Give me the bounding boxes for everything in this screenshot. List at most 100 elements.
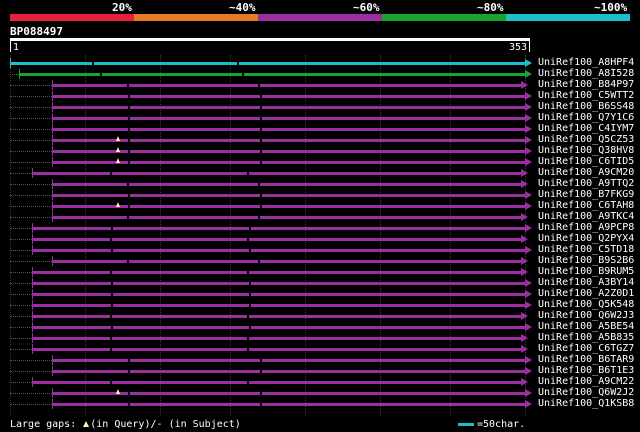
alignment-bar[interactable] <box>52 359 525 362</box>
hit-name[interactable]: UniRef100_B6SS48 <box>538 101 634 112</box>
hsp-boundary <box>260 370 263 373</box>
hit-name[interactable]: UniRef100_A8I528 <box>538 68 634 79</box>
legend-label-20: 20% <box>112 1 132 14</box>
hit-name[interactable]: UniRef100_Q5CZ53 <box>538 134 634 145</box>
hsp-boundary <box>110 227 113 230</box>
unaligned-region <box>10 228 32 230</box>
hit-name[interactable]: UniRef100_B84P97 <box>538 79 634 90</box>
hit-name[interactable]: UniRef100_A2Z0D1 <box>538 288 634 299</box>
hit-name[interactable]: UniRef100_C5WTT2 <box>538 90 634 101</box>
hsp-boundary <box>260 403 263 406</box>
alignment-bar[interactable] <box>52 128 525 131</box>
alignment-bar[interactable] <box>52 106 525 109</box>
alignment-bar[interactable] <box>52 161 525 164</box>
hsp-boundary <box>246 238 249 241</box>
hit-name[interactable]: UniRef100_A9TTQ2 <box>538 178 634 189</box>
arrow-right-icon <box>525 400 532 408</box>
hsp-boundary <box>128 139 131 142</box>
unaligned-region <box>10 283 32 285</box>
hit-name[interactable]: UniRef100_Q2PYX4 <box>538 233 634 244</box>
alignment-bar[interactable] <box>52 403 525 406</box>
hit-name[interactable]: UniRef100_B9RUM5 <box>538 266 634 277</box>
arrow-right-icon <box>525 224 532 232</box>
hit-name[interactable]: UniRef100_A9CM20 <box>538 167 634 178</box>
hit-name[interactable]: UniRef100_B9S2B6 <box>538 255 634 266</box>
alignment-bar[interactable] <box>52 205 525 208</box>
hit-name[interactable]: UniRef100_Q38HV8 <box>538 145 634 156</box>
hit-name[interactable]: UniRef100_B7FKG9 <box>538 189 634 200</box>
alignment-bar[interactable] <box>52 260 521 263</box>
alignment-bar[interactable] <box>52 150 525 153</box>
alignment-bar[interactable] <box>52 370 525 373</box>
hsp-boundary <box>128 150 131 153</box>
hsp-boundary <box>128 370 131 373</box>
hsp-boundary <box>260 359 263 362</box>
alignment-bar[interactable] <box>31 249 525 252</box>
hit-name[interactable]: UniRef100_Q5K548 <box>538 299 634 310</box>
hsp-boundary <box>260 392 263 395</box>
hit-name[interactable]: UniRef100_Q1KSB8 <box>538 398 634 409</box>
alignment-bar[interactable] <box>52 194 525 197</box>
alignment-bar[interactable] <box>31 337 521 340</box>
hit-name[interactable]: UniRef100_C6TGZ7 <box>538 343 634 354</box>
hsp-boundary <box>260 106 263 109</box>
hsp-boundary <box>110 249 113 252</box>
unaligned-region <box>10 151 53 153</box>
alignment-bar[interactable] <box>31 293 525 296</box>
hit-name[interactable]: UniRef100_A8HPF4 <box>538 57 634 68</box>
hsp-boundary <box>248 293 251 296</box>
alignment-bar[interactable] <box>31 381 521 384</box>
alignment-bar[interactable] <box>52 95 525 98</box>
hsp-boundary <box>260 194 263 197</box>
hsp-boundary <box>110 337 113 340</box>
alignment-bar[interactable] <box>31 271 521 274</box>
query-id: BP088497 <box>10 25 63 38</box>
alignment-bar[interactable] <box>52 139 525 142</box>
alignment-bar[interactable] <box>52 216 521 219</box>
arrow-right-icon <box>525 59 532 67</box>
hit-name[interactable]: UniRef100_C4IYM7 <box>538 123 634 134</box>
hit-row[interactable]: UniRef100_Q1KSB8 <box>0 398 640 410</box>
alignment-bar[interactable] <box>10 62 525 65</box>
unaligned-region <box>10 261 53 263</box>
alignment-bar[interactable] <box>31 282 525 285</box>
unaligned-region <box>10 393 53 395</box>
hit-name[interactable]: UniRef100_Q7Y1C6 <box>538 112 634 123</box>
identity-legend-labels: 20% ~40% ~60% ~80% ~100% <box>0 0 640 14</box>
unaligned-region <box>10 316 32 318</box>
hit-name[interactable]: UniRef100_Q6W2J3 <box>538 310 634 321</box>
hit-name[interactable]: UniRef100_A9PCP8 <box>538 222 634 233</box>
alignment-bar[interactable] <box>52 117 525 120</box>
hit-name[interactable]: UniRef100_A5BE54 <box>538 321 634 332</box>
alignment-bar[interactable] <box>31 172 521 175</box>
arrow-right-icon <box>525 246 532 254</box>
arrow-right-icon <box>525 147 532 155</box>
hit-name[interactable]: UniRef100_B6TAR9 <box>538 354 634 365</box>
hit-name[interactable]: UniRef100_A5B835 <box>538 332 634 343</box>
hit-name[interactable]: UniRef100_C6TID5 <box>538 156 634 167</box>
alignment-bar[interactable] <box>31 326 525 329</box>
alignment-bar[interactable] <box>52 84 521 87</box>
arrow-right-icon <box>525 191 532 199</box>
alignment-bar[interactable] <box>18 73 525 76</box>
alignment-bar[interactable] <box>31 315 521 318</box>
alignment-bar[interactable] <box>31 304 525 307</box>
query-gap-marker-icon <box>116 147 120 152</box>
hit-name[interactable]: UniRef100_A9CM22 <box>538 376 634 387</box>
hit-name[interactable]: UniRef100_B6T1E3 <box>538 365 634 376</box>
hit-name[interactable]: UniRef100_A3BY14 <box>538 277 634 288</box>
hit-name[interactable]: UniRef100_C5TD18 <box>538 244 634 255</box>
alignment-bar[interactable] <box>52 392 525 395</box>
hsp-boundary <box>110 304 113 307</box>
hit-list: UniRef100_A8HPF4 UniRef100_A8I528 UniRef10… <box>0 57 640 414</box>
hsp-boundary <box>110 172 113 175</box>
hit-name[interactable]: UniRef100_Q6W2J2 <box>538 387 634 398</box>
hsp-boundary <box>246 315 249 318</box>
alignment-bar[interactable] <box>31 238 521 241</box>
hit-name[interactable]: UniRef100_C6TAH8 <box>538 200 634 211</box>
unaligned-region <box>10 74 19 76</box>
alignment-bar[interactable] <box>31 227 525 230</box>
alignment-bar[interactable] <box>52 183 521 186</box>
hit-name[interactable]: UniRef100_A9TKC4 <box>538 211 634 222</box>
alignment-bar[interactable] <box>31 348 521 351</box>
